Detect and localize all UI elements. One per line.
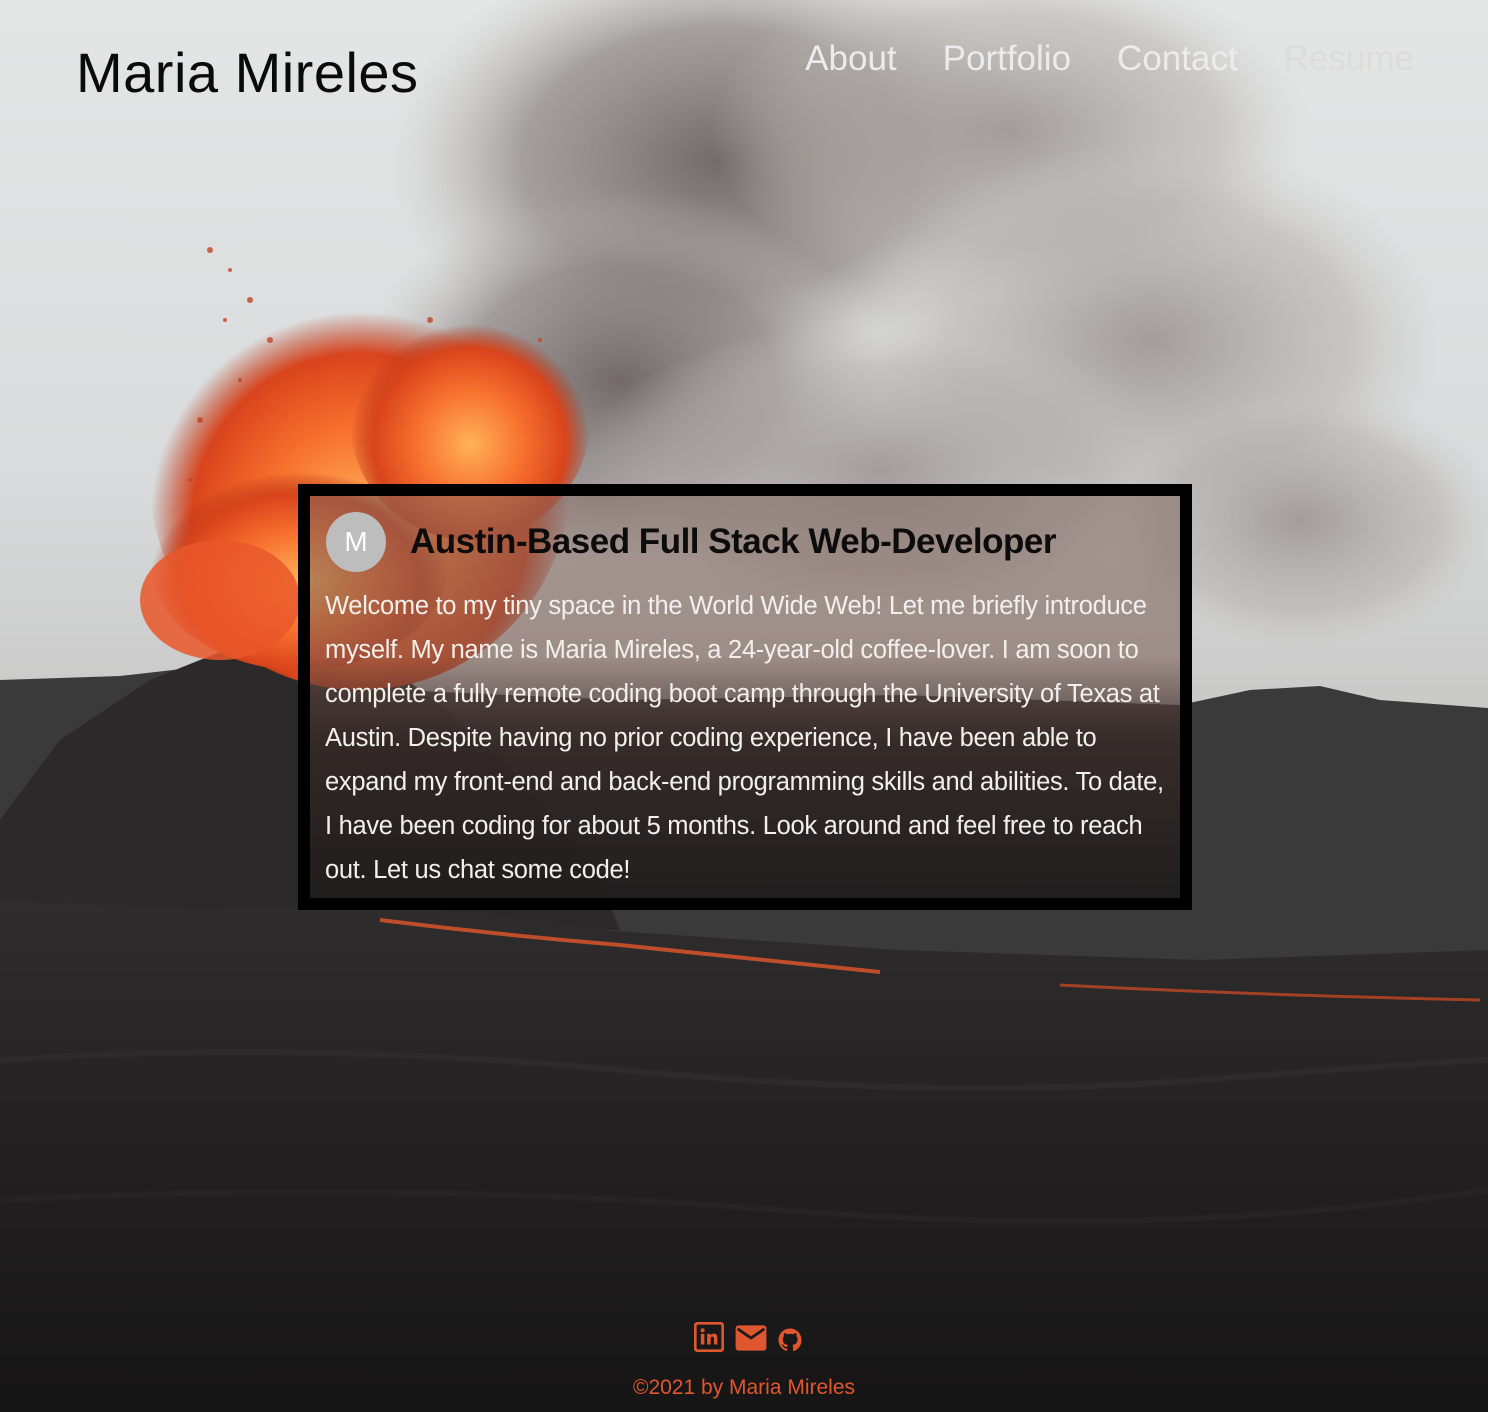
- email-link[interactable]: [734, 1324, 768, 1357]
- intro-card: M Austin-Based Full Stack Web-Developer …: [298, 484, 1192, 910]
- linkedin-link[interactable]: [693, 1321, 725, 1357]
- github-link[interactable]: [778, 1328, 802, 1357]
- mail-icon: [735, 1325, 767, 1351]
- nav-link-about[interactable]: About: [805, 36, 896, 82]
- github-icon: [778, 1328, 802, 1352]
- nav-link-resume[interactable]: Resume: [1284, 36, 1414, 82]
- nav-item-resume: Resume: [1284, 36, 1414, 82]
- avatar: M: [326, 512, 386, 572]
- nav-item-contact: Contact: [1117, 36, 1238, 82]
- site-brand[interactable]: Maria Mireles: [76, 42, 419, 104]
- social-links: [693, 1321, 802, 1357]
- nav-item-about: About: [805, 36, 896, 82]
- nav-item-portfolio: Portfolio: [943, 36, 1071, 82]
- intro-body: Welcome to my tiny space in the World Wi…: [325, 592, 1164, 884]
- linkedin-icon: [693, 1321, 725, 1353]
- main-nav: About Portfolio Contact Resume: [805, 36, 1414, 82]
- nav-link-contact[interactable]: Contact: [1117, 36, 1238, 82]
- intro-card-header: M Austin-Based Full Stack Web-Developer: [326, 512, 1057, 572]
- copyright: ©2021 by Maria Mireles: [632, 1376, 856, 1399]
- nav-link-portfolio[interactable]: Portfolio: [943, 36, 1071, 82]
- intro-title: Austin-Based Full Stack Web-Developer: [410, 522, 1057, 561]
